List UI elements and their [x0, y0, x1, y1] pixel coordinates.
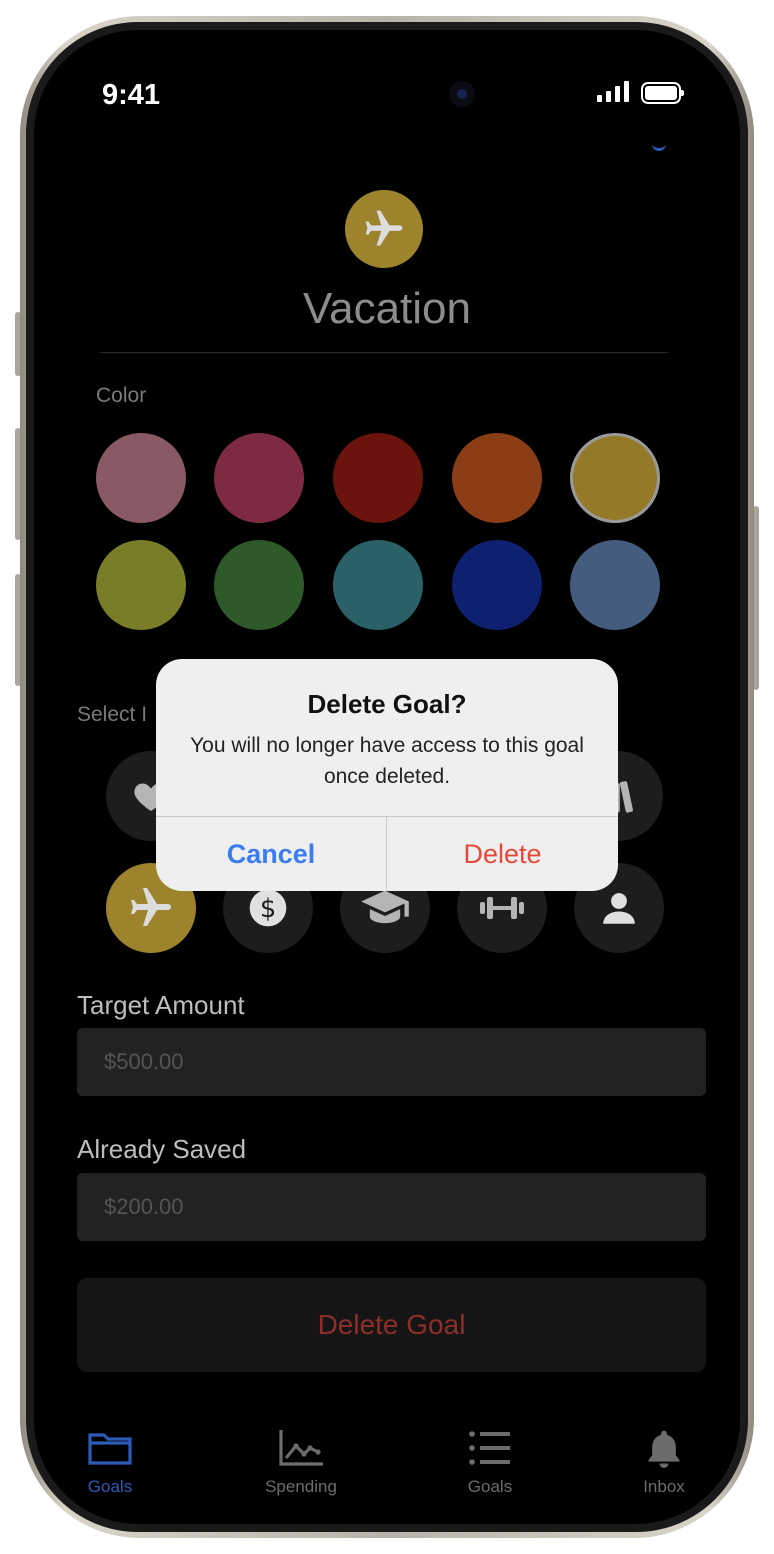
airplane-icon: [131, 888, 171, 926]
icon-section-label: Select I: [77, 703, 148, 726]
color-swatch[interactable]: [96, 540, 186, 630]
tab-spending-label: Spending: [265, 1477, 337, 1496]
person-icon: [603, 893, 635, 924]
tab-goals-label: Goals: [87, 1477, 133, 1496]
airplane-icon: [365, 210, 403, 246]
title-divider: [100, 352, 668, 353]
svg-text:$: $: [260, 894, 276, 924]
goal-icon-badge: [345, 190, 423, 268]
color-swatch[interactable]: [214, 540, 304, 630]
tab-goals[interactable]: Goals: [60, 1428, 160, 1497]
list-icon: [469, 1431, 510, 1465]
delete-goal-alert: Delete Goal? You will no longer have acc…: [156, 659, 618, 891]
tab-spending[interactable]: Spending: [251, 1428, 351, 1497]
color-swatch[interactable]: [452, 540, 542, 630]
tab-goals-list[interactable]: Goals: [440, 1428, 540, 1497]
alert-message: You will no longer have access to this g…: [190, 734, 584, 788]
alert-cancel-button[interactable]: Cancel: [156, 817, 386, 891]
color-swatch[interactable]: [333, 540, 423, 630]
folder-icon: [88, 1433, 132, 1465]
color-swatch[interactable]: [452, 433, 542, 523]
tab-inbox[interactable]: Inbox: [614, 1428, 714, 1497]
signal-icon: [597, 80, 629, 102]
tab-goals-list-label: Goals: [467, 1477, 513, 1496]
color-swatch[interactable]: [570, 433, 660, 523]
color-swatch[interactable]: [333, 433, 423, 523]
dumbbell-icon: [480, 897, 524, 919]
chart-icon: [279, 1430, 323, 1466]
tab-inbox-label: Inbox: [643, 1477, 685, 1496]
status-time: 9:41: [102, 79, 161, 111]
already-saved-input[interactable]: $200.00: [77, 1173, 706, 1241]
color-swatch[interactable]: [96, 433, 186, 523]
color-section-label: Color: [96, 384, 147, 407]
dollar-icon: $: [249, 889, 287, 927]
alert-title: Delete Goal?: [307, 689, 467, 719]
battery-icon: [641, 82, 684, 104]
already-saved-label: Already Saved: [77, 1134, 247, 1164]
color-swatch[interactable]: [214, 433, 304, 523]
goal-name[interactable]: Vacation: [0, 284, 774, 334]
target-amount-label: Target Amount: [77, 990, 245, 1020]
front-camera: [449, 81, 475, 107]
color-swatch[interactable]: [570, 540, 660, 630]
bell-icon: [648, 1430, 680, 1468]
delete-goal-button[interactable]: Delete Goal: [77, 1278, 706, 1372]
alert-delete-button[interactable]: Delete: [387, 817, 618, 891]
target-amount-input[interactable]: $500.00: [77, 1028, 706, 1096]
